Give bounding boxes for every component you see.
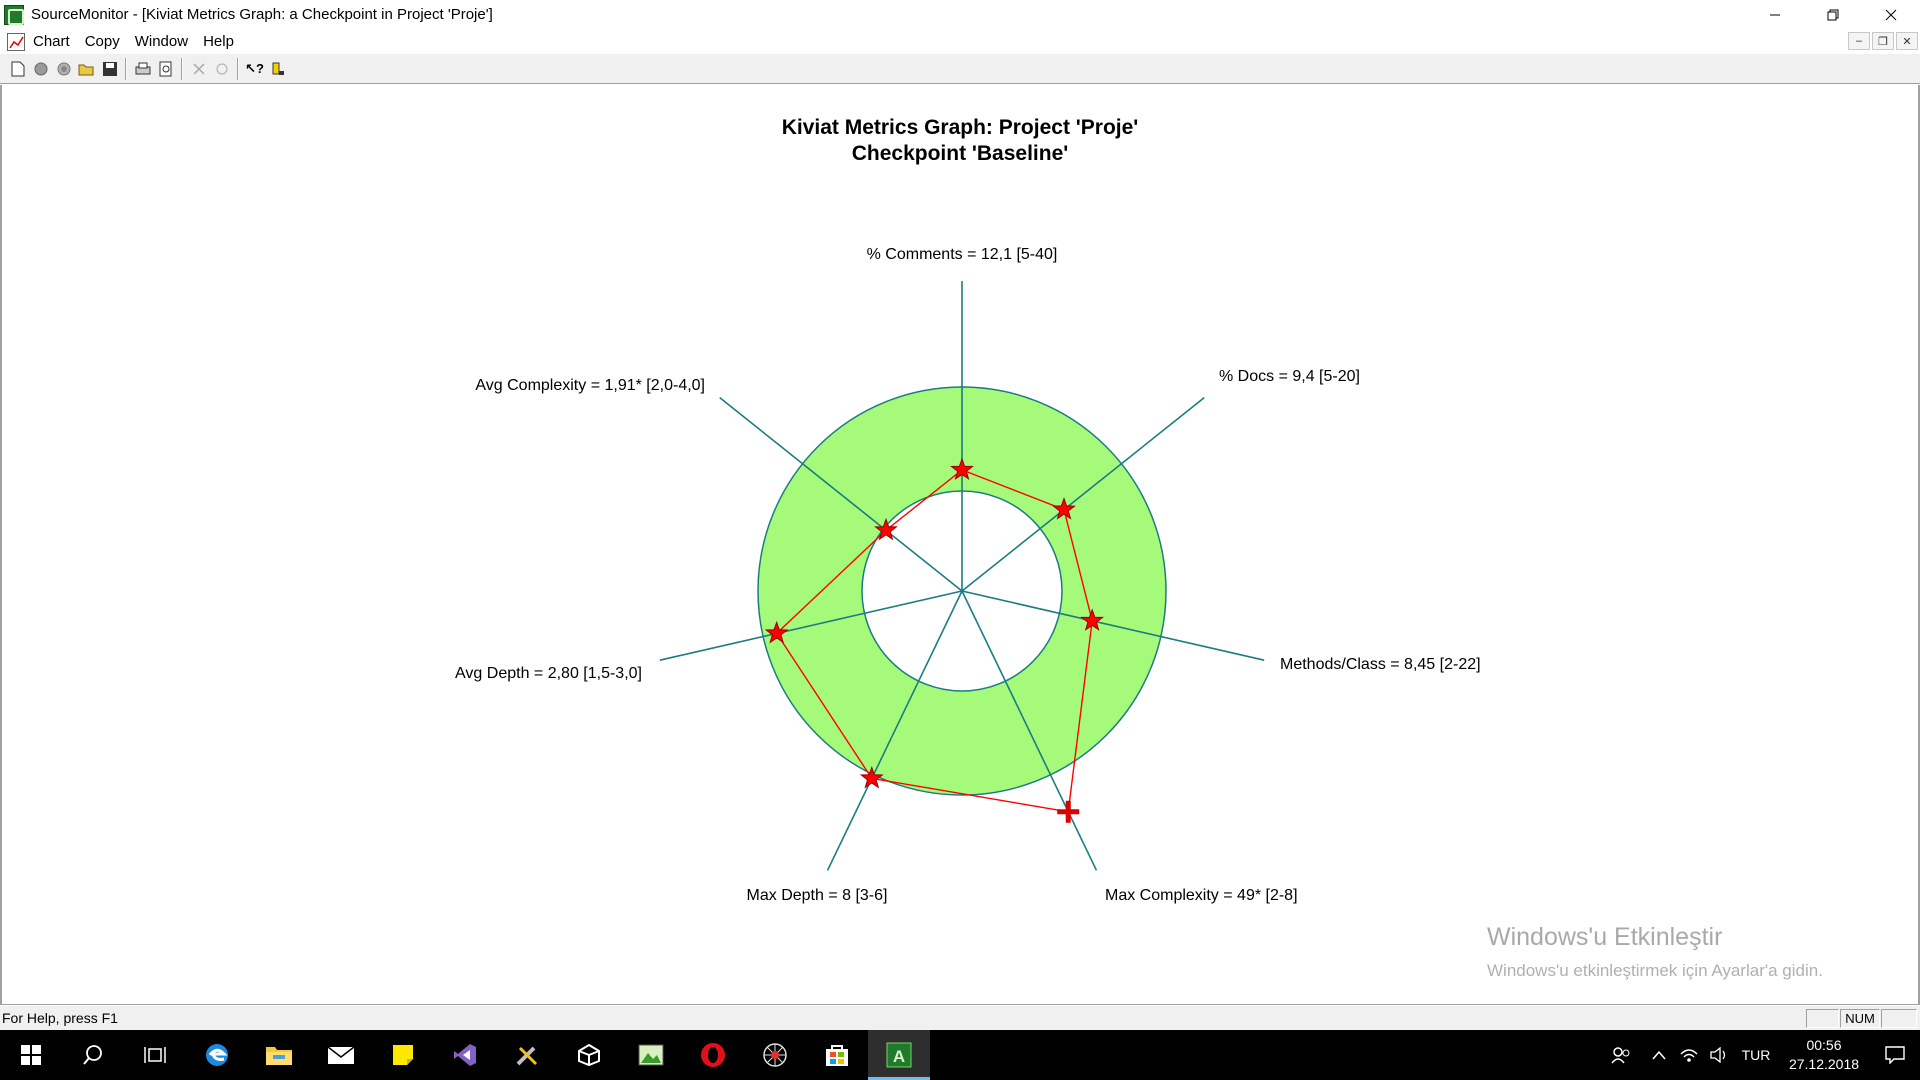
context-help-icon[interactable]: ↖? (243, 57, 266, 80)
status-help-text: For Help, press F1 (2, 1010, 118, 1026)
restore-icon (1827, 9, 1839, 20)
edge-icon[interactable] (186, 1030, 248, 1080)
unity-icon[interactable] (558, 1030, 620, 1080)
sourcemonitor-app-icon[interactable] (4, 4, 24, 25)
notifications-icon[interactable] (1870, 1030, 1920, 1080)
axis-label: Avg Complexity = 1,91* [2,0-4,0] (475, 377, 705, 394)
search-icon[interactable] (62, 1030, 124, 1080)
status-panel-empty (1806, 1009, 1839, 1028)
image-viewer-icon[interactable] (620, 1030, 682, 1080)
chart-title-line1: Kiviat Metrics Graph: Project 'Proje' (782, 116, 1139, 139)
store-icon[interactable] (806, 1030, 868, 1080)
status-panel-scrl (1881, 1009, 1917, 1028)
sticky-notes-icon[interactable] (372, 1030, 434, 1080)
file-explorer-icon[interactable] (248, 1030, 310, 1080)
mail-icon[interactable] (310, 1030, 372, 1080)
menu-window[interactable]: Window (135, 33, 188, 50)
axis-label: Avg Depth = 2,80 [1,5-3,0] (455, 665, 642, 682)
open-icon[interactable] (75, 57, 98, 80)
visual-studio-icon[interactable] (434, 1030, 496, 1080)
web-icon[interactable] (744, 1030, 806, 1080)
menu-chart[interactable]: Chart (33, 33, 70, 50)
menu-bar: Chart Copy Window Help – ❐ ✕ (0, 29, 1920, 54)
people-icon[interactable] (1606, 1030, 1636, 1080)
language-indicator[interactable]: TUR (1734, 1030, 1778, 1080)
data-point-marker (1057, 800, 1080, 823)
axis-label: Max Depth = 8 [3-6] (747, 887, 888, 904)
close-icon (1885, 9, 1897, 20)
project-icon[interactable] (29, 57, 52, 80)
minimize-icon (1770, 14, 1780, 15)
menu-copy[interactable]: Copy (85, 33, 120, 50)
status-num: NUM (1840, 1009, 1880, 1028)
axis-label: % Comments = 12,1 [5-40] (867, 246, 1058, 263)
windows-start-icon[interactable] (0, 1030, 62, 1080)
clock-date: 27.12.2018 (1788, 1056, 1860, 1072)
window-controls (1746, 0, 1920, 29)
menu-help[interactable]: Help (203, 33, 234, 50)
clock-time: 00:56 (1806, 1037, 1842, 1053)
toolbar-separator (237, 57, 239, 80)
mdi-controls: – ❐ ✕ (1848, 32, 1918, 50)
axis-label: Max Complexity = 49* [2-8] (1105, 887, 1298, 904)
clock[interactable]: 00:56 27.12.2018 (1778, 1036, 1870, 1074)
minimize-button[interactable] (1746, 0, 1804, 29)
status-bar: For Help, press F1 NUM (0, 1006, 1920, 1030)
close-button[interactable] (1862, 0, 1920, 29)
print-icon[interactable] (131, 57, 154, 80)
toolbar: ↖? (0, 54, 1920, 84)
tools-icon[interactable] (496, 1030, 558, 1080)
windows-taskbar: A TUR 00:56 27.12.2018 (0, 1030, 1920, 1080)
axis-label: % Docs = 9,4 [5-20] (1219, 368, 1360, 385)
toolbar-separator (125, 57, 127, 80)
title-bar[interactable]: SourceMonitor - [Kiviat Metrics Graph: a… (0, 0, 1920, 29)
window-title: SourceMonitor - [Kiviat Metrics Graph: a… (31, 6, 493, 23)
chart-document-icon[interactable] (7, 32, 25, 51)
mdi-restore-icon[interactable]: ❐ (1872, 32, 1894, 50)
opera-icon[interactable] (682, 1030, 744, 1080)
activation-watermark-title: Windows'u Etkinleştir (1487, 923, 1723, 951)
chevron-up-icon[interactable] (1644, 1030, 1674, 1080)
new-icon[interactable] (6, 57, 29, 80)
restore-button[interactable] (1804, 0, 1862, 29)
chart-title-line2: Checkpoint 'Baseline' (852, 142, 1069, 165)
checkpoint-icon[interactable] (52, 57, 75, 80)
sourcemonitor-window: SourceMonitor - [Kiviat Metrics Graph: a… (0, 0, 1920, 1080)
wifi-icon[interactable] (1674, 1030, 1704, 1080)
refresh-icon[interactable] (210, 57, 233, 80)
system-tray: TUR 00:56 27.12.2018 (1606, 1030, 1920, 1080)
mdi-minimize-icon[interactable]: – (1848, 32, 1870, 50)
about-icon[interactable] (266, 57, 289, 80)
activation-watermark-subtitle: Windows'u etkinleştirmek için Ayarlar'a … (1487, 961, 1823, 980)
svg-text:A: A (893, 1047, 905, 1066)
task-view-icon[interactable] (124, 1030, 186, 1080)
axis-label: Methods/Class = 8,45 [2-22] (1280, 656, 1481, 673)
sourcemonitor-taskbar-icon[interactable]: A (868, 1030, 930, 1080)
delete-icon[interactable] (187, 57, 210, 80)
kiviat-chart: Kiviat Metrics Graph: Project 'Proje' Ch… (455, 116, 1481, 904)
save-icon[interactable] (98, 57, 121, 80)
print-preview-icon[interactable] (154, 57, 177, 80)
toolbar-separator (181, 57, 183, 80)
chart-client-area: Kiviat Metrics Graph: Project 'Proje' Ch… (0, 85, 1920, 1005)
mdi-close-icon[interactable]: ✕ (1896, 32, 1918, 50)
volume-icon[interactable] (1704, 1030, 1734, 1080)
